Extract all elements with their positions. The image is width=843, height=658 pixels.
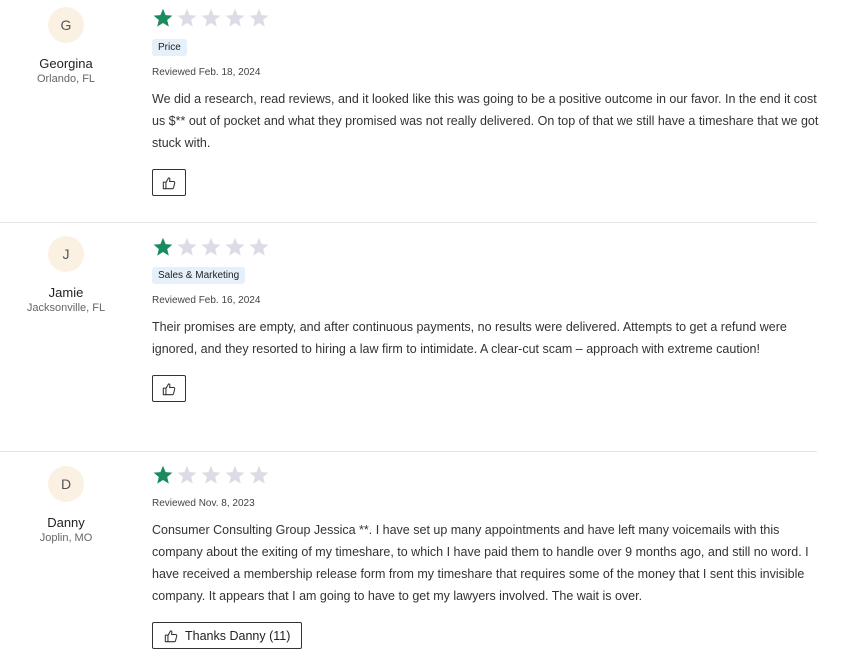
avatar: J [48,236,84,272]
star-rating [152,236,817,258]
star-empty-icon [225,8,245,27]
review-date: Reviewed Feb. 16, 2024 [152,295,261,306]
helpful-button[interactable]: Thanks Danny (11) [152,622,303,649]
review-card: J Jamie Jacksonville, FL Sales & Marketi… [0,223,817,452]
author-name: Danny [47,515,85,530]
review-date: Reviewed Feb. 18, 2024 [152,67,261,78]
review-author: J Jamie Jacksonville, FL [0,236,132,315]
review-content: Sales & Marketing Reviewed Feb. 16, 2024… [152,236,817,402]
avatar: D [48,466,84,502]
thumbs-up-icon [162,382,176,396]
thumbs-up-icon [162,176,176,190]
helpful-button[interactable] [152,169,186,196]
author-location: Jacksonville, FL [26,302,106,314]
star-empty-icon [249,8,269,27]
review-content: Reviewed Nov. 8, 2023 Consumer Consultin… [152,464,817,649]
star-empty-icon [177,237,197,256]
review-author: D Danny Joplin, MO [0,466,132,545]
star-empty-icon [225,237,245,256]
star-filled-icon [153,237,173,256]
thumbs-up-icon [164,629,178,643]
reviews-list: G Georgina Orlando, FL Price Reviewed Fe… [0,0,843,658]
star-empty-icon [201,465,221,484]
star-empty-icon [249,237,269,256]
helpful-button-label: Thanks Danny (11) [185,628,291,643]
star-empty-icon [201,8,221,27]
author-location: Joplin, MO [39,532,93,544]
star-empty-icon [177,8,197,27]
star-empty-icon [201,237,221,256]
review-card: G Georgina Orlando, FL Price Reviewed Fe… [0,0,819,223]
star-rating [152,7,817,29]
review-date: Reviewed Nov. 8, 2023 [152,498,255,509]
review-text: Their promises are empty, and after cont… [152,320,787,356]
star-filled-icon [153,465,173,484]
review-content: Price Reviewed Feb. 18, 2024 We did a re… [152,7,819,196]
star-empty-icon [225,465,245,484]
review-tag: Price [152,39,187,56]
star-empty-icon [249,465,269,484]
avatar: G [48,7,84,43]
helpful-button[interactable] [152,375,186,402]
review-text: We did a research, read reviews, and it … [152,92,819,150]
review-author: G Georgina Orlando, FL [0,7,132,86]
star-rating [152,464,817,486]
review-text: Consumer Consulting Group Jessica **. I … [152,523,809,603]
star-filled-icon [153,8,173,27]
author-name: Jamie [48,285,84,300]
review-card: D Danny Joplin, MO Reviewed Nov. 8, 2023… [0,452,817,658]
author-location: Orlando, FL [36,73,96,85]
author-name: Georgina [39,56,93,71]
star-empty-icon [177,465,197,484]
review-tag: Sales & Marketing [152,267,246,284]
